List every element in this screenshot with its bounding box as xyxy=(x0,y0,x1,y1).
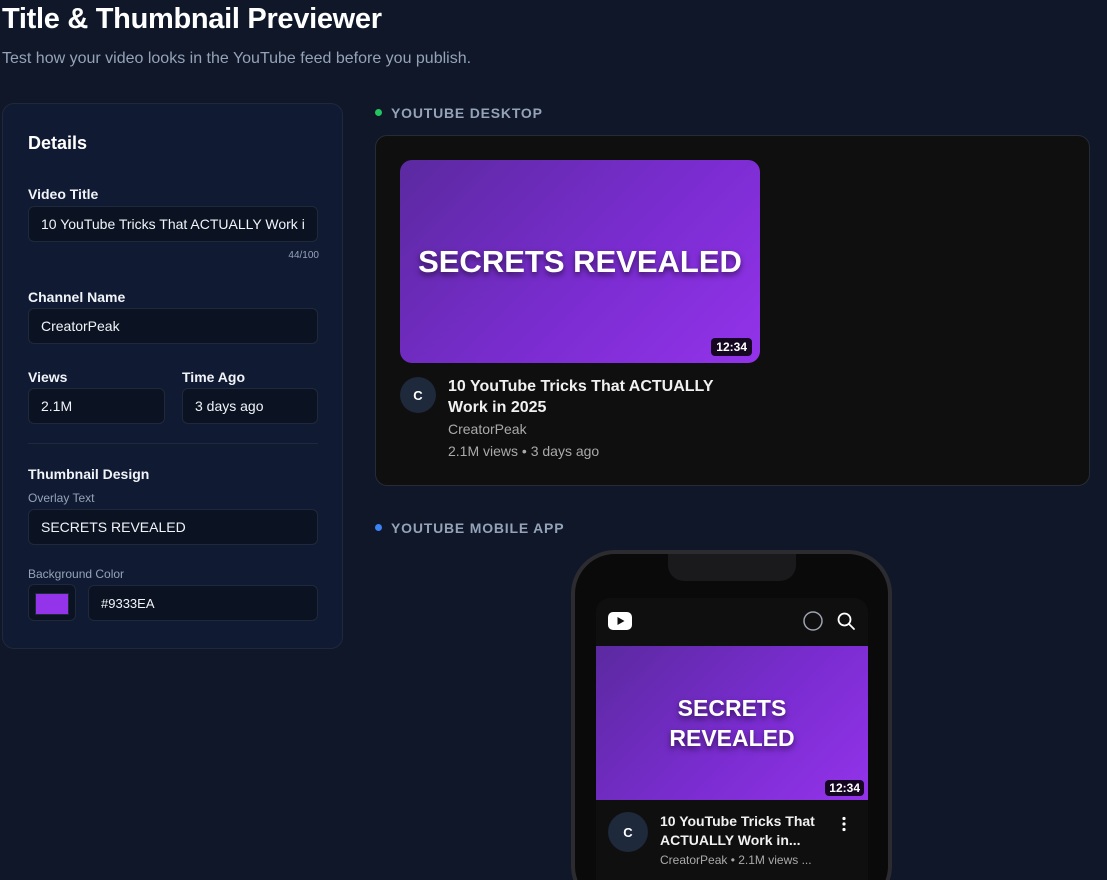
color-picker[interactable] xyxy=(28,584,76,621)
youtube-logo-icon[interactable] xyxy=(608,612,632,635)
channel-name-input[interactable] xyxy=(28,308,318,344)
time-ago-input[interactable] xyxy=(182,388,318,424)
channel-name-label: Channel Name xyxy=(28,289,126,305)
cast-circle-icon[interactable] xyxy=(803,611,823,636)
color-swatch xyxy=(35,593,69,615)
search-icon[interactable] xyxy=(836,611,856,636)
views-label: Views xyxy=(28,369,68,385)
video-title[interactable]: 10 YouTube Tricks That ACTUALLY Work in … xyxy=(448,376,748,418)
overlay-text-input[interactable] xyxy=(28,509,318,545)
phone-notch xyxy=(668,554,796,581)
thumbnail-design-heading: Thumbnail Design xyxy=(28,466,150,482)
mobile-video-meta: CreatorPeak • 2.1M views ... xyxy=(660,853,812,867)
overlay-text-label: Overlay Text xyxy=(28,491,95,505)
details-panel: Details Video Title 44/100 Channel Name … xyxy=(2,103,343,649)
divider xyxy=(28,443,318,444)
video-title-input[interactable] xyxy=(28,206,318,242)
video-title-label: Video Title xyxy=(28,186,99,202)
mobile-video-title[interactable]: 10 YouTube Tricks That ACTUALLY Work in.… xyxy=(660,812,830,850)
mobile-thumbnail-overlay-text: SECRETS REVEALED xyxy=(669,695,795,751)
views-input[interactable] xyxy=(28,388,165,424)
page-subtitle: Test how your video looks in the YouTube… xyxy=(2,50,472,67)
phone-frame: SECRETS REVEALED 12:34 C 10 YouTube Tric… xyxy=(571,550,892,880)
thumbnail-overlay-text: SECRETS REVEALED xyxy=(418,243,742,279)
details-heading: Details xyxy=(28,133,88,153)
time-ago-label: Time Ago xyxy=(182,369,246,385)
page-title: Title & Thumbnail Previewer xyxy=(2,3,382,35)
mobile-thumbnail[interactable]: SECRETS REVEALED 12:34 xyxy=(596,646,868,800)
desktop-thumbnail[interactable]: SECRETS REVEALED 12:34 xyxy=(400,160,760,363)
mobile-section-heading: YOUTUBE MOBILE APP xyxy=(391,520,565,536)
title-char-counter: 44/100 xyxy=(288,250,319,261)
color-hex-input[interactable] xyxy=(88,585,318,621)
more-vert-icon[interactable] xyxy=(840,816,848,837)
mobile-status-dot xyxy=(375,524,382,531)
video-meta: 2.1M views • 3 days ago xyxy=(448,443,600,459)
channel-name[interactable]: CreatorPeak xyxy=(448,421,527,437)
channel-avatar[interactable]: C xyxy=(400,377,436,413)
desktop-status-dot xyxy=(375,109,382,116)
video-duration-badge: 12:34 xyxy=(711,338,752,356)
desktop-section-heading: YOUTUBE DESKTOP xyxy=(391,105,543,121)
phone-screen: SECRETS REVEALED 12:34 C 10 YouTube Tric… xyxy=(596,598,868,880)
desktop-preview-card: SECRETS REVEALED 12:34 C 10 YouTube Tric… xyxy=(375,135,1090,486)
mobile-duration-badge: 12:34 xyxy=(825,780,864,796)
background-color-label: Background Color xyxy=(28,567,125,581)
mobile-channel-avatar[interactable]: C xyxy=(608,812,648,852)
